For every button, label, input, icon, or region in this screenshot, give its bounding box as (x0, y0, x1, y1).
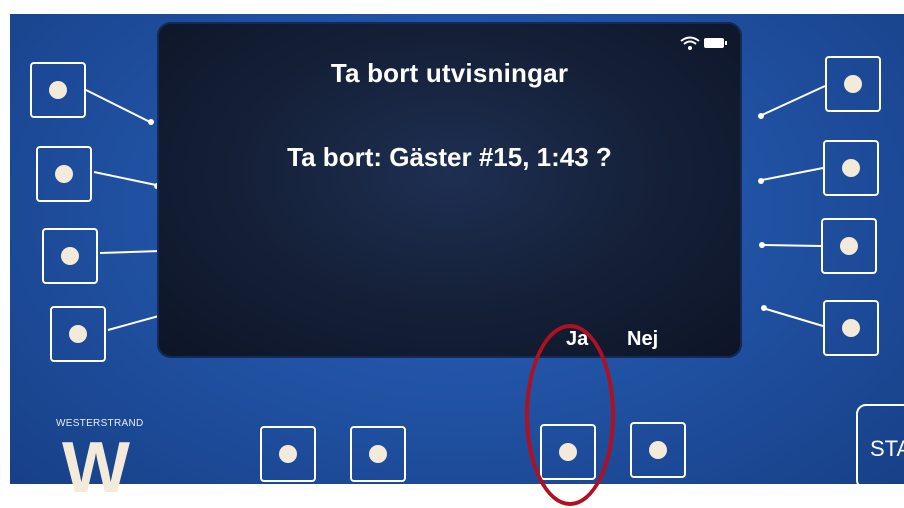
left-button-3[interactable] (42, 228, 98, 284)
button-dot (649, 441, 667, 459)
softkey-label-no: Nej (627, 328, 659, 350)
button-dot (840, 237, 858, 255)
button-dot (55, 165, 73, 183)
left-button-2[interactable] (36, 146, 92, 202)
start-button-label: STA (870, 436, 904, 461)
highlight-circle (525, 324, 615, 506)
button-dot (842, 319, 860, 337)
confirm-delete-prompt: Ta bort: Gäster #15, 1:43 ? (287, 142, 612, 172)
no-softkey-button[interactable] (630, 422, 686, 478)
left-button-4[interactable] (50, 306, 106, 362)
lcd-screen: Ta bort utvisningar Ta bort: Gäster #15,… (157, 22, 742, 358)
button-dot (69, 325, 87, 343)
bottom-button-1[interactable] (260, 426, 316, 482)
battery-icon (704, 38, 727, 48)
bottom-button-2[interactable] (350, 426, 406, 482)
right-button-3[interactable] (821, 218, 877, 274)
right-button-1[interactable] (825, 56, 881, 112)
button-dot (844, 75, 862, 93)
brand-logo: W (62, 428, 130, 508)
screen-title: Ta bort utvisningar (330, 58, 569, 88)
button-dot (49, 81, 67, 99)
right-button-4[interactable] (823, 300, 879, 356)
wifi-icon (680, 36, 700, 50)
right-button-2[interactable] (823, 140, 879, 196)
button-dot (279, 445, 297, 463)
status-bar (680, 36, 728, 50)
left-button-1[interactable] (30, 62, 86, 118)
button-dot (842, 159, 860, 177)
start-button[interactable]: STA (856, 404, 904, 490)
button-dot (369, 445, 387, 463)
button-dot (61, 247, 79, 265)
